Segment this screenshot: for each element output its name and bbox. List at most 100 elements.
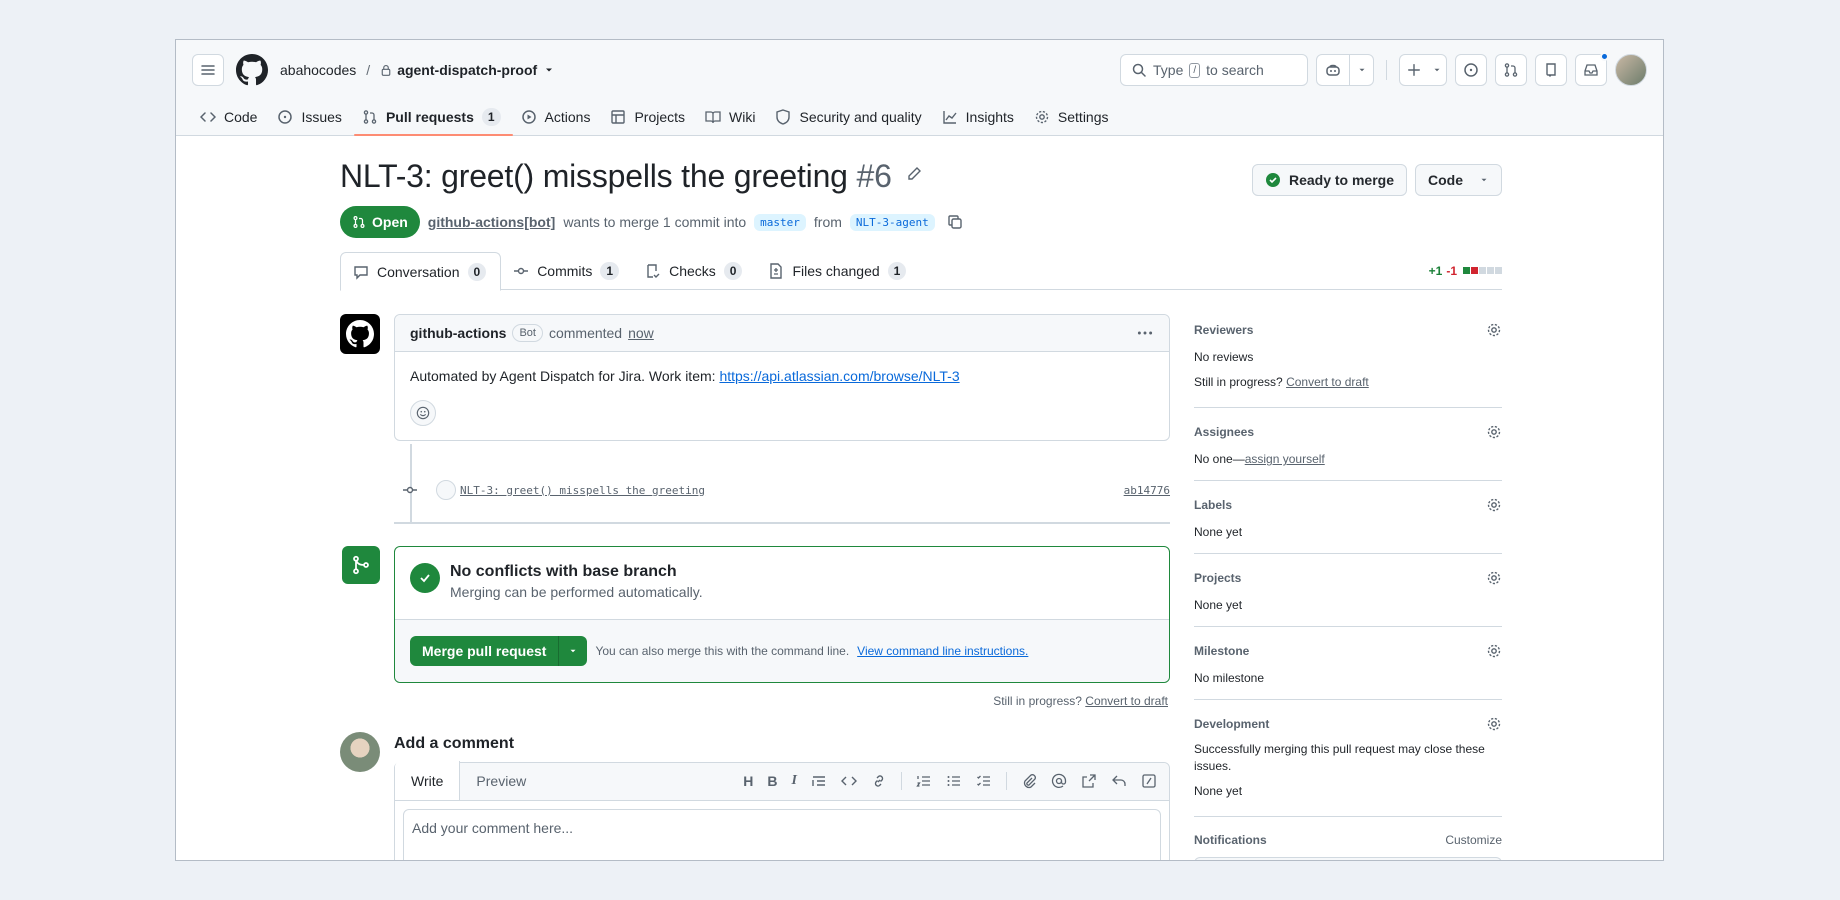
cross-reference-icon[interactable] [1081,773,1097,789]
current-user-avatar[interactable] [340,732,380,772]
pr-from-text: from [813,214,842,230]
header-divider [1386,60,1387,80]
sidebar-title[interactable]: Reviewers [1194,323,1253,337]
gear-icon[interactable] [1486,497,1502,513]
mention-icon[interactable] [1051,773,1067,789]
commit-message-link[interactable]: NLT-3: greet() misspells the greeting [460,484,705,497]
breadcrumb-repo[interactable]: agent-dispatch-proof [397,62,537,78]
sidebar-title[interactable]: Milestone [1194,644,1249,658]
repo-tab-settings[interactable]: Settings [1026,98,1121,136]
pr-author-link[interactable]: github-actions[bot] [428,214,556,230]
repo-tab-actions[interactable]: Actions [513,98,603,136]
gear-icon[interactable] [1486,643,1502,659]
notification-dot-icon [1600,52,1609,61]
repo-tab-label: Settings [1057,109,1109,125]
comment-textarea[interactable]: Add your comment here... [403,809,1161,860]
comment-author[interactable]: github-actions [410,325,506,341]
tab-preview[interactable]: Preview [460,762,542,800]
task-list-icon[interactable] [976,773,992,789]
pr-title-actions: Ready to merge Code [1251,164,1502,196]
breadcrumb-owner[interactable]: abahocodes [280,62,356,78]
link-icon[interactable] [871,773,887,789]
gear-icon[interactable] [1486,570,1502,586]
search-input[interactable]: Type / to search [1120,54,1308,86]
code-dropdown-button[interactable]: Code [1415,164,1502,196]
copy-icon[interactable] [947,214,963,230]
gear-icon[interactable] [1486,322,1502,338]
sidebar-title[interactable]: Assignees [1194,425,1254,439]
base-branch[interactable]: master [754,213,806,231]
repo-tab-projects[interactable]: Projects [602,98,697,136]
head-branch[interactable]: NLT-3-agent [849,213,935,231]
inbox-button[interactable] [1575,52,1609,86]
tab-checks[interactable]: Checks 0 [633,252,756,290]
create-menu-button[interactable] [1428,55,1446,85]
menu-button[interactable] [192,54,224,86]
add-comment-heading: Add a comment [394,735,515,752]
paperclip-icon[interactable] [1021,773,1037,789]
convert-to-draft-link[interactable]: Convert to draft [1286,375,1369,389]
commit-sha-link[interactable]: ab14776 [1124,484,1170,497]
subscribe-button[interactable] [1194,857,1502,860]
repo-tab-issues[interactable]: Issues [269,98,353,136]
repo-tab-insights[interactable]: Insights [934,98,1026,136]
issues-button[interactable] [1455,54,1487,86]
pr-tabs: Conversation 0 Commits 1 Checks 0 Files … [340,252,1502,291]
reply-icon[interactable] [1111,773,1127,789]
create-split-button [1399,54,1447,86]
copilot-button[interactable] [1317,55,1349,85]
play-icon [521,110,536,124]
commit-author-avatar[interactable] [436,480,456,500]
gear-icon[interactable] [1486,424,1502,440]
tab-commits[interactable]: Commits 1 [501,252,633,290]
github-logo-icon[interactable] [236,54,268,86]
repo-tab-label: Insights [965,109,1014,125]
repo-tab-security[interactable]: Security and quality [767,98,933,136]
heading-icon[interactable]: H [743,773,753,789]
quote-icon[interactable] [811,773,827,789]
commit-event: NLT-3: greet() misspells the greeting ab… [394,480,1170,500]
breadcrumb-separator: / [366,62,371,78]
ready-to-merge-button[interactable]: Ready to merge [1251,164,1407,196]
create-new-button[interactable] [1400,55,1428,85]
chevron-down-icon[interactable] [543,64,555,76]
tab-files-changed[interactable]: Files changed 1 [756,252,920,290]
convert-to-draft-link[interactable]: Convert to draft [1085,694,1168,708]
gear-icon[interactable] [1486,716,1502,732]
tab-write[interactable]: Write [395,761,461,800]
command-line-instructions-link[interactable]: View command line instructions. [857,644,1028,658]
commit-icon [403,486,417,494]
pencil-icon[interactable] [906,166,922,182]
pull-requests-button[interactable] [1495,54,1527,86]
add-reaction-button[interactable] [410,400,436,426]
assign-yourself-link[interactable]: assign yourself [1245,452,1325,466]
work-item-link[interactable]: https://api.atlassian.com/browse/NLT-3 [719,368,959,384]
issue-icon [278,110,293,124]
issue-icon [1464,63,1478,77]
ordered-list-icon[interactable] [916,773,932,789]
merge-pull-request-button[interactable]: Merge pull request [410,636,560,666]
bot-avatar[interactable] [340,314,380,354]
merge-method-dropdown[interactable] [559,636,587,666]
comment-time[interactable]: now [628,325,654,341]
search-shortcut-key: / [1189,62,1201,78]
kebab-horizontal-icon[interactable] [1136,324,1154,342]
customize-notifications-link[interactable]: Customize [1445,833,1502,847]
user-avatar[interactable] [1615,54,1647,86]
repositories-button[interactable] [1535,54,1567,86]
italic-icon[interactable]: I [792,773,797,789]
repo-tab-code[interactable]: Code [192,98,269,136]
unordered-list-icon[interactable] [946,773,962,789]
code-icon[interactable] [841,773,857,789]
sidebar-title[interactable]: Projects [1194,571,1241,585]
repo-tab-pull-requests[interactable]: Pull requests 1 [353,98,513,136]
sidebar-title[interactable]: Development [1194,717,1269,731]
bold-icon[interactable]: B [767,773,777,789]
slash-command-icon[interactable] [1141,773,1157,789]
commit-icon [514,267,529,275]
tab-conversation[interactable]: Conversation 0 [340,252,502,291]
copilot-menu-button[interactable] [1349,55,1373,85]
repo-tab-wiki[interactable]: Wiki [697,98,767,136]
diffstat-additions: +1 [1428,263,1443,278]
sidebar-title[interactable]: Labels [1194,498,1232,512]
